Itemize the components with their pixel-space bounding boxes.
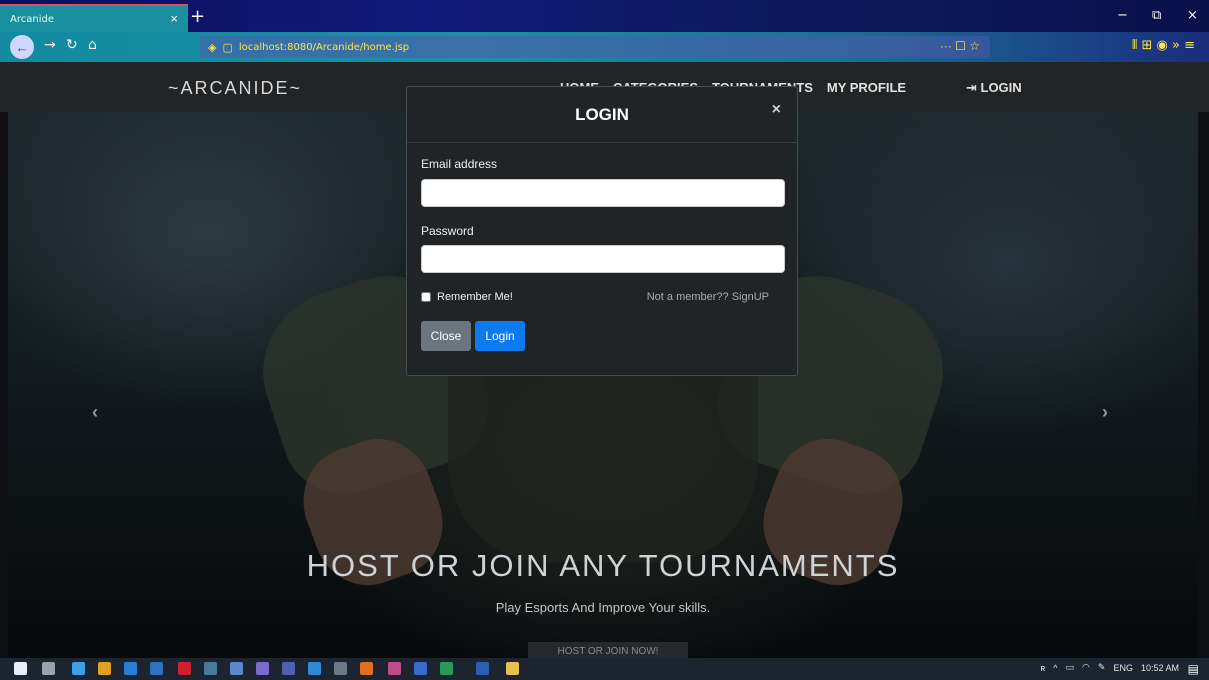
menu-item-my-profile[interactable]: MY PROFILE bbox=[827, 80, 906, 95]
web-page: ~ARCANIDE~ HOME CATEGORIES TOURNAMENTS M… bbox=[0, 62, 1209, 658]
signup-link[interactable]: Not a member?? SignUP bbox=[647, 291, 769, 303]
hero-cta-button[interactable]: HOST OR JOIN NOW! bbox=[528, 642, 688, 658]
app-icon-1[interactable] bbox=[72, 662, 85, 675]
shield-icon: ◈ bbox=[208, 41, 217, 54]
app-icon-10[interactable] bbox=[440, 662, 453, 675]
firefox-icon[interactable] bbox=[360, 662, 373, 675]
back-arrow-icon[interactable]: ← bbox=[10, 35, 34, 59]
app-icon-3[interactable] bbox=[204, 662, 217, 675]
home-icon[interactable]: ⌂ bbox=[88, 37, 97, 53]
site-brand[interactable]: ~ARCANIDE~ bbox=[168, 78, 302, 99]
email-label: Email address bbox=[421, 157, 498, 171]
browser-tab-bar: Arcanide × + − ⧉ × bbox=[0, 0, 1209, 32]
header-login-link[interactable]: ⇥ LOGIN bbox=[966, 80, 1022, 96]
email-field[interactable] bbox=[421, 179, 785, 207]
wifi-icon[interactable]: ◠ bbox=[1082, 662, 1090, 673]
window-close-icon[interactable]: × bbox=[1187, 8, 1198, 23]
close-button[interactable]: Close bbox=[421, 321, 471, 351]
chevron-up-icon[interactable]: ^ bbox=[1053, 663, 1057, 673]
chrome-icon[interactable] bbox=[98, 662, 111, 675]
app-icon-7[interactable] bbox=[334, 662, 347, 675]
network-icon[interactable]: ▭ bbox=[1066, 662, 1075, 673]
restore-icon[interactable]: ⧉ bbox=[1152, 8, 1161, 23]
screen: Arcanide × + − ⧉ × ← → ↻ ⌂ ◈ ▢ localhost… bbox=[0, 0, 1209, 680]
minimize-icon[interactable]: − bbox=[1117, 8, 1128, 23]
url-bar[interactable]: ◈ ▢ localhost:8080/Arcanide/home.jsp ···… bbox=[200, 36, 990, 58]
hero-title: HOST OR JOIN ANY TOURNAMENTS bbox=[306, 548, 900, 583]
file-explorer-icon[interactable] bbox=[506, 662, 519, 675]
os-taskbar: ʀ ^ ▭ ◠ ✎ ENG 10:52 AM ▤ bbox=[0, 658, 1209, 680]
remember-me: Remember Me! bbox=[421, 291, 513, 303]
vscode-icon[interactable] bbox=[124, 662, 137, 675]
reload-icon[interactable]: ↻ bbox=[66, 37, 78, 53]
carousel-prev-icon[interactable]: ‹ bbox=[92, 402, 98, 423]
browser-tab[interactable]: Arcanide × bbox=[0, 4, 188, 32]
app-icon-2[interactable] bbox=[150, 662, 163, 675]
modal-title: LOGIN bbox=[575, 105, 629, 124]
remember-me-label: Remember Me! bbox=[437, 291, 513, 303]
start-icon[interactable] bbox=[14, 662, 27, 675]
task-view-icon[interactable] bbox=[42, 662, 55, 675]
carousel-next-icon[interactable]: › bbox=[1102, 402, 1108, 423]
hero-subtitle: Play Esports And Improve Your skills. bbox=[495, 600, 711, 615]
notifications-icon[interactable]: ▤ bbox=[1188, 662, 1199, 676]
clock[interactable]: 10:52 AM bbox=[1141, 663, 1179, 673]
password-label: Password bbox=[421, 224, 474, 238]
people-icon[interactable]: ʀ bbox=[1040, 663, 1045, 673]
app-icon-5[interactable] bbox=[256, 662, 269, 675]
teams-icon[interactable] bbox=[282, 662, 295, 675]
language-indicator[interactable]: ENG bbox=[1113, 663, 1133, 673]
forward-arrow-icon[interactable]: → bbox=[44, 37, 56, 53]
opera-icon[interactable] bbox=[178, 662, 191, 675]
modal-close-icon[interactable]: × bbox=[772, 101, 781, 119]
url-text: localhost:8080/Arcanide/home.jsp bbox=[238, 41, 410, 53]
app-icon-9[interactable] bbox=[414, 662, 427, 675]
browser-nav-bar: ← → ↻ ⌂ ◈ ▢ localhost:8080/Arcanide/home… bbox=[0, 32, 1209, 62]
app-icon-6[interactable] bbox=[308, 662, 321, 675]
page-actions-icons[interactable]: ··· ☐ ☆ bbox=[940, 39, 980, 53]
app-icon-4[interactable] bbox=[230, 662, 243, 675]
tab-title: Arcanide bbox=[10, 13, 54, 25]
page-icon: ▢ bbox=[222, 41, 233, 54]
tab-close-icon[interactable]: × bbox=[170, 11, 178, 26]
system-tray: ʀ ^ ▭ ◠ ✎ ENG 10:52 AM bbox=[1040, 662, 1179, 673]
login-modal: LOGIN × Email address Password Remember … bbox=[406, 86, 798, 376]
pen-icon[interactable]: ✎ bbox=[1098, 662, 1106, 673]
new-tab-button[interactable]: + bbox=[190, 6, 205, 27]
toolbar-icons[interactable]: ⫴ ⊞ ◉ » ≡ bbox=[1132, 38, 1195, 53]
password-field[interactable] bbox=[421, 245, 785, 273]
modal-header: LOGIN × bbox=[407, 87, 797, 143]
app-icon-8[interactable] bbox=[388, 662, 401, 675]
word-icon[interactable] bbox=[476, 662, 489, 675]
remember-me-checkbox[interactable] bbox=[421, 292, 431, 302]
login-button[interactable]: Login bbox=[475, 321, 525, 351]
